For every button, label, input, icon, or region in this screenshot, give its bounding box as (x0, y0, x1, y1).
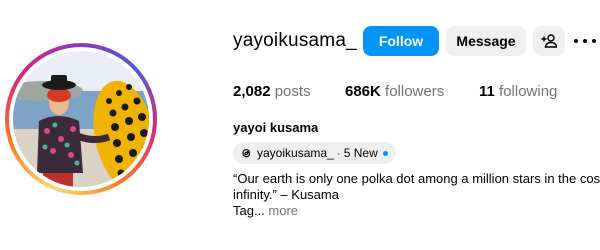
followers-number: 686K (345, 83, 381, 100)
suggested-accounts-button[interactable] (533, 26, 565, 56)
bio-line: Tag... more (233, 203, 600, 219)
full-name: yayoi kusama (233, 120, 319, 135)
bio-text: “Our earth is only one polka dot among a… (233, 171, 600, 219)
follow-button[interactable]: Follow (363, 26, 439, 56)
dot (574, 39, 578, 43)
threads-separator: · (336, 146, 341, 160)
bio-truncated-text: Tag... (233, 203, 265, 218)
dot (583, 39, 587, 43)
threads-handle: yayoikusama_ (257, 146, 334, 160)
threads-badge[interactable]: yayoikusama_ · 5 New (233, 142, 396, 164)
following-link[interactable]: 11 following (479, 83, 557, 100)
bio-line: “Our earth is only one polka dot among a… (233, 171, 600, 186)
username: yayoikusama_ (233, 30, 357, 51)
following-label: following (499, 83, 558, 100)
posts-number: 2,082 (233, 83, 271, 100)
posts-count: 2,082 posts (233, 83, 311, 100)
add-person-icon (541, 34, 557, 48)
avatar-gap (9, 47, 153, 191)
dot (592, 39, 596, 43)
message-button[interactable]: Message (446, 26, 526, 56)
bio-more-link[interactable]: more (268, 203, 298, 218)
posts-label: posts (274, 83, 311, 100)
avatar-story-ring[interactable] (5, 43, 157, 195)
bio-line: infinity.” – Kusama (233, 187, 339, 202)
followers-link[interactable]: 686K followers (345, 83, 444, 100)
avatar[interactable] (13, 51, 149, 187)
following-number: 11 (479, 83, 495, 100)
threads-new-count: 5 New (343, 146, 378, 160)
new-indicator-dot (382, 150, 388, 156)
avatar-image (13, 51, 149, 187)
followers-label: followers (385, 83, 445, 100)
more-options-icon[interactable] (574, 33, 596, 49)
threads-icon (242, 149, 251, 158)
